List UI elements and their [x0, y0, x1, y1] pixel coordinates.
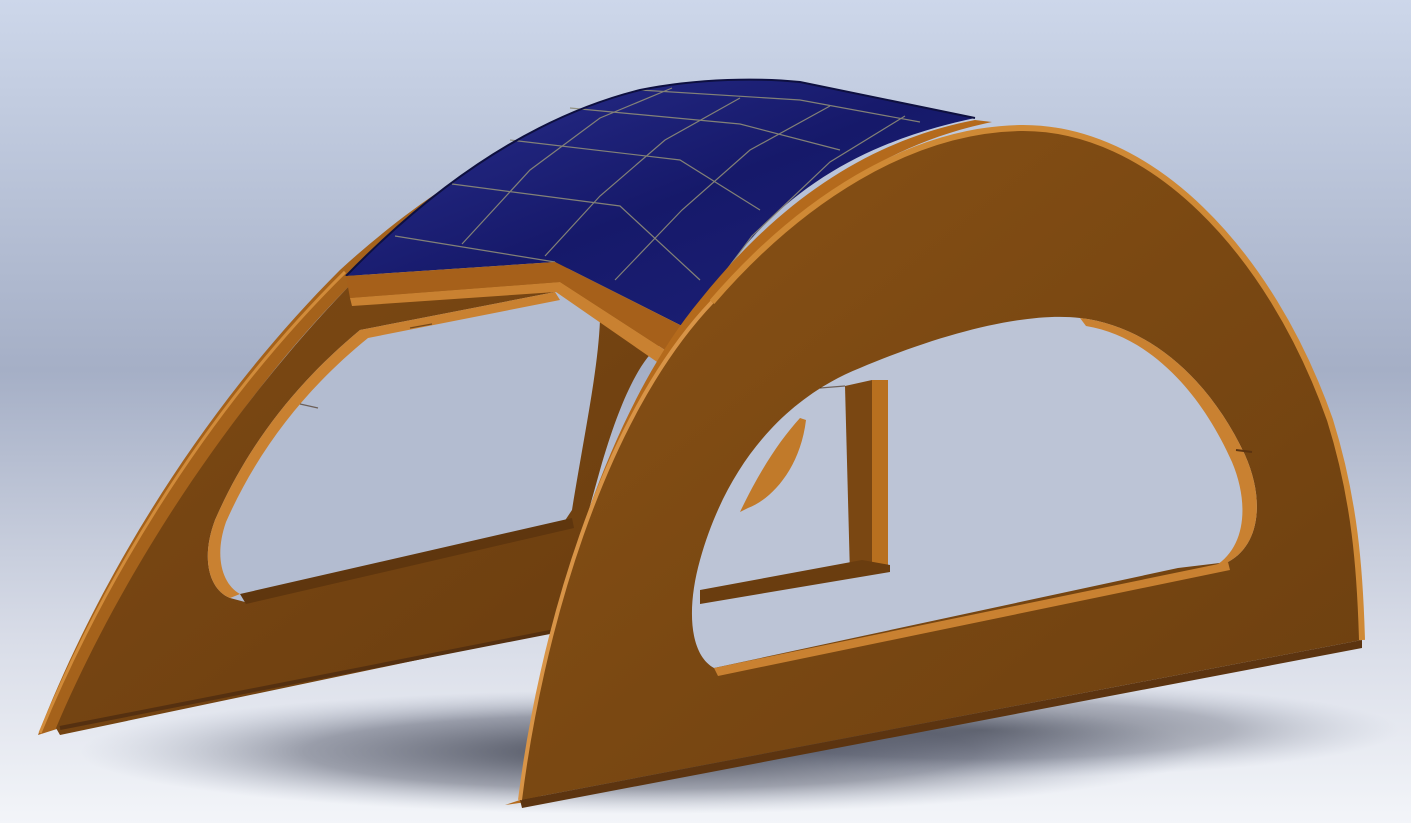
- cad-viewport[interactable]: [0, 0, 1411, 823]
- model-canvas[interactable]: [0, 0, 1411, 823]
